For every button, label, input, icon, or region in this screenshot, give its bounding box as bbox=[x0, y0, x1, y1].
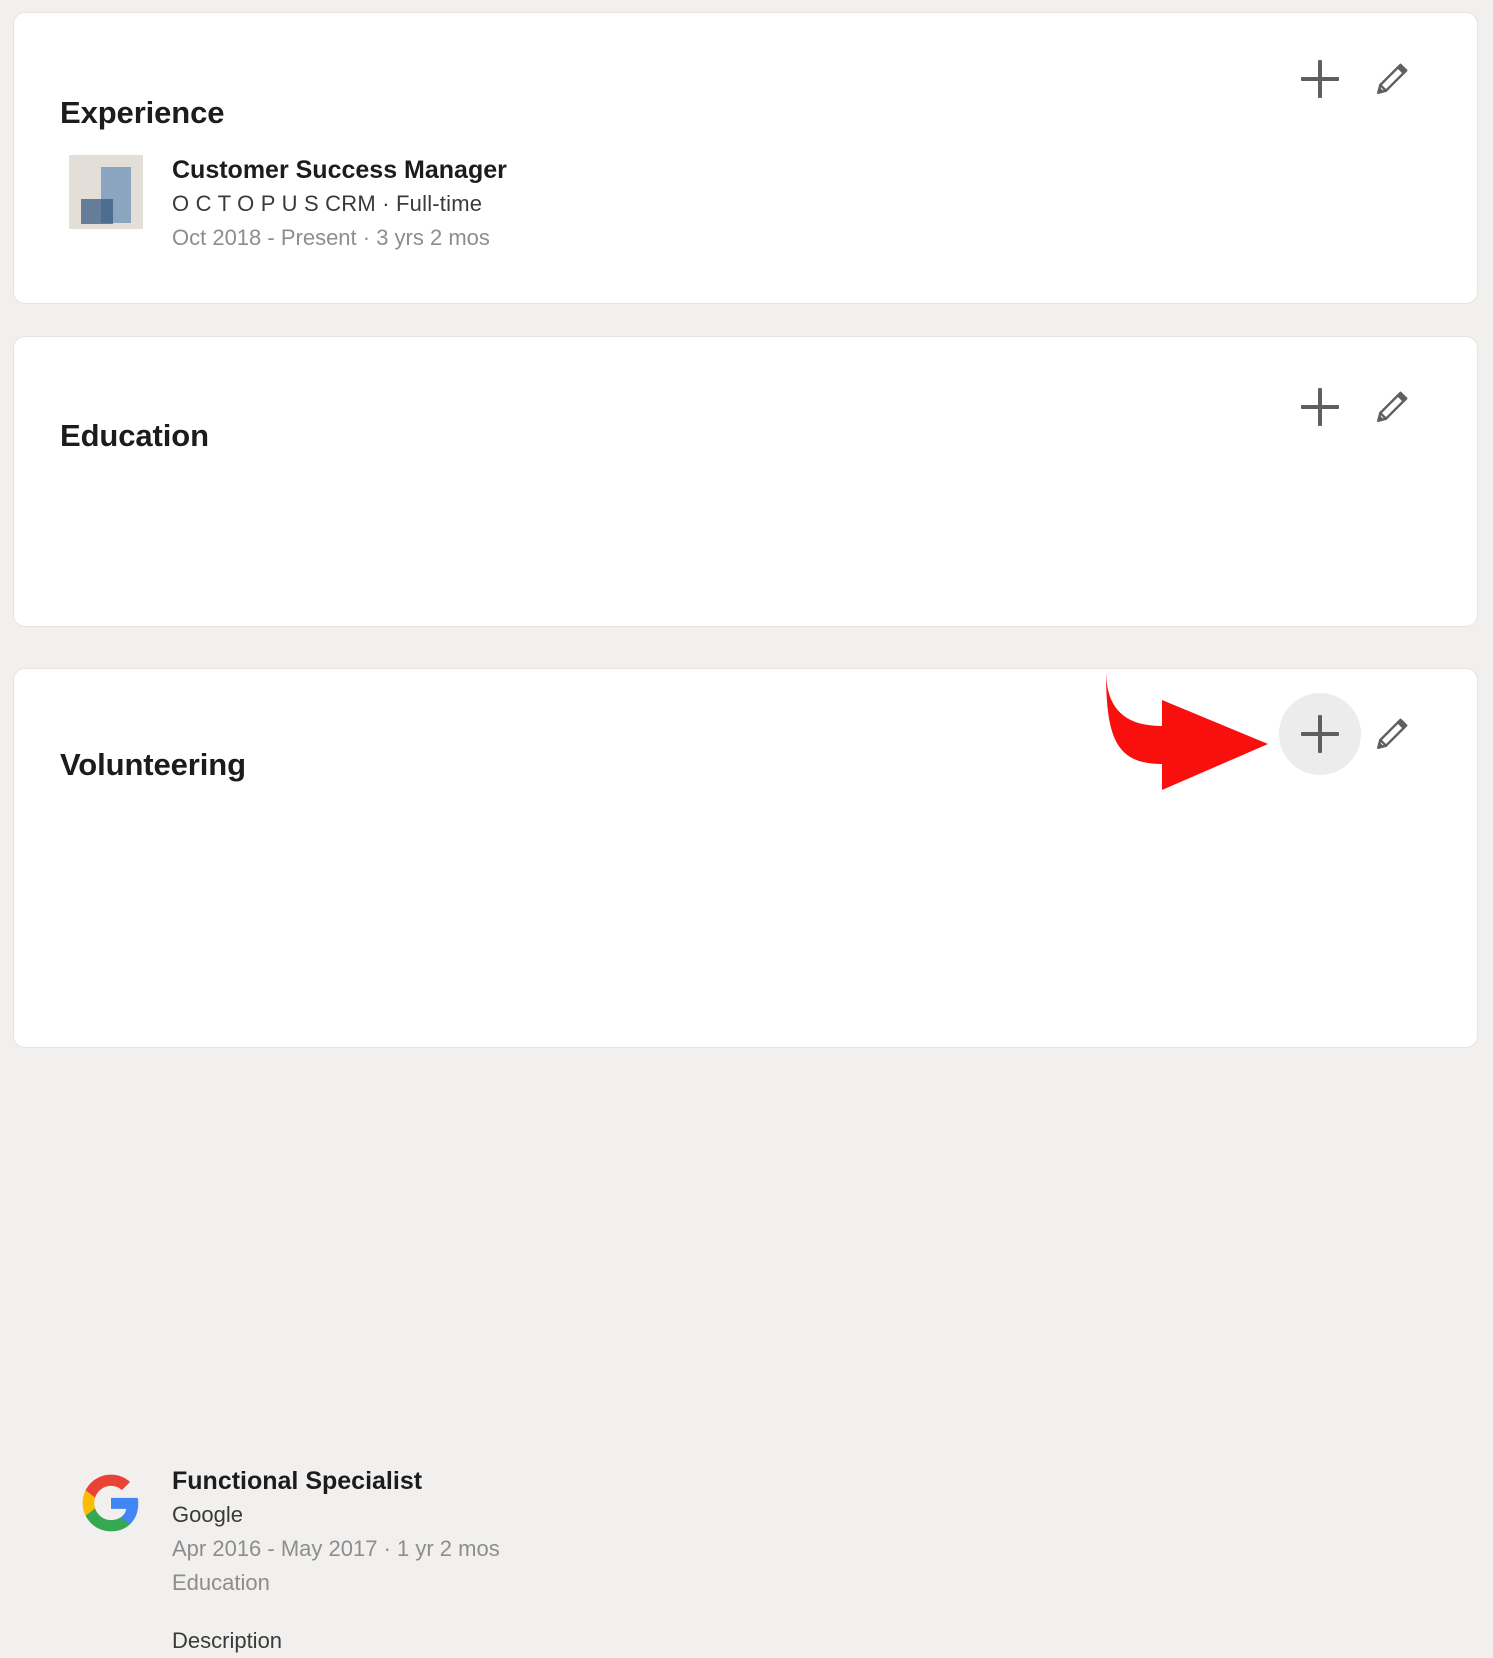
experience-entry-dates: Oct 2018 - Present · 3 yrs 2 mos bbox=[172, 225, 490, 250]
experience-section-card: Experience Customer Success Manager O C … bbox=[13, 12, 1478, 304]
google-logo bbox=[80, 1472, 142, 1534]
volunteering-entry-organization: Google bbox=[172, 1502, 243, 1527]
plus-icon bbox=[1301, 60, 1339, 98]
experience-section-title: Experience bbox=[60, 94, 225, 130]
volunteering-entry-cause: Education bbox=[172, 1570, 270, 1595]
volunteering-entry-description: Description bbox=[172, 1628, 283, 1653]
octopus-crm-logo bbox=[69, 155, 143, 229]
experience-entry-body: Customer Success Manager O C T O P U S C… bbox=[172, 153, 507, 255]
volunteering-entry-dates: Apr 2016 - May 2017 · 1 yr 2 mos bbox=[172, 1536, 500, 1561]
volunteering-section-header: Volunteering bbox=[14, 669, 1477, 789]
plus-icon bbox=[1301, 388, 1339, 426]
experience-entry-title: Customer Success Manager bbox=[172, 156, 507, 184]
profile-sections-page: Experience Customer Success Manager O C … bbox=[0, 0, 1493, 1653]
volunteering-edit-button[interactable] bbox=[1351, 693, 1433, 775]
pencil-icon bbox=[1377, 391, 1408, 422]
experience-edit-button[interactable] bbox=[1351, 38, 1433, 120]
experience-section-header: Experience bbox=[14, 13, 1477, 133]
volunteering-section-card: Volunteering Functional Specialist Googl… bbox=[13, 668, 1478, 1653]
plus-icon bbox=[1301, 715, 1339, 753]
volunteering-add-button[interactable] bbox=[1279, 693, 1361, 775]
education-section-header: Education bbox=[14, 337, 1477, 457]
volunteering-section-title: Volunteering bbox=[60, 746, 246, 782]
pencil-icon bbox=[1377, 718, 1408, 749]
pencil-icon bbox=[1377, 63, 1408, 94]
experience-entry-company: O C T O P U S CRM · Full-time bbox=[172, 191, 483, 216]
education-edit-button[interactable] bbox=[1351, 366, 1433, 448]
education-add-button[interactable] bbox=[1279, 366, 1361, 448]
experience-add-button[interactable] bbox=[1279, 38, 1361, 120]
volunteering-entry-body: Functional Specialist Google Apr 2016 - … bbox=[172, 1464, 500, 1658]
education-section-title: Education bbox=[60, 417, 209, 453]
education-section-card: Education bbox=[13, 336, 1478, 904]
volunteering-entry-role: Functional Specialist bbox=[172, 1467, 423, 1495]
